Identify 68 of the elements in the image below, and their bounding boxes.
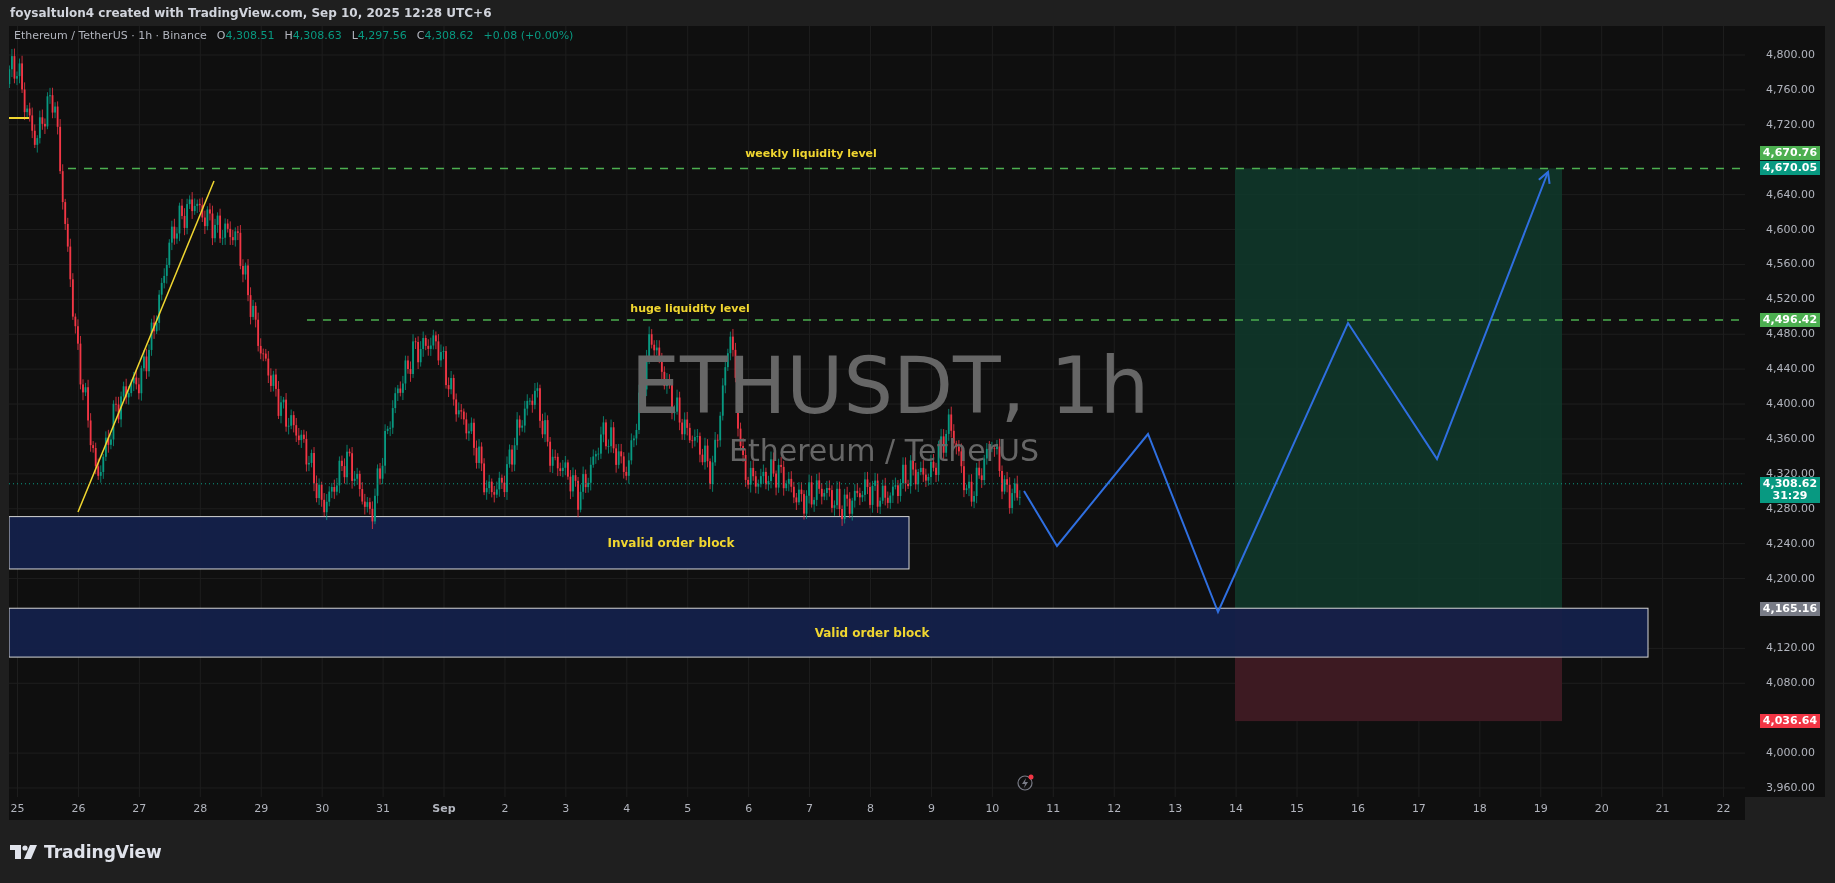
price-tick: 4,520.00 <box>1766 293 1815 306</box>
zone-label: Invalid order block <box>607 535 735 550</box>
ohlc-value: C4,308.62 <box>416 29 474 42</box>
time-label: 18 <box>1472 802 1487 815</box>
price-tick: 4,720.00 <box>1766 118 1815 131</box>
zone-label: Valid order block <box>814 625 930 640</box>
time-label: 27 <box>132 802 147 815</box>
time-label: 20 <box>1594 802 1609 815</box>
time-label: 11 <box>1046 802 1061 815</box>
price-tick: 4,800.00 <box>1766 49 1815 61</box>
time-label: 2 <box>501 802 509 815</box>
time-label: 7 <box>806 802 814 815</box>
ohlc-value: L4,297.56 <box>351 29 407 42</box>
time-label: 14 <box>1229 802 1244 815</box>
time-label: 17 <box>1411 802 1426 815</box>
price-tag: 4,165.16 <box>1760 601 1820 616</box>
ohlc-value: H4,308.63 <box>284 29 342 42</box>
time-label: 31 <box>376 802 391 815</box>
ohlc-value: O4,308.51 <box>216 29 275 42</box>
time-label: 4 <box>623 802 631 815</box>
price-tag: 4,308.62 31:29 <box>1760 476 1820 503</box>
brand-name: TradingView <box>44 841 162 862</box>
time-label: 28 <box>193 802 208 815</box>
time-label: Sep <box>432 802 456 815</box>
time-label: 25 <box>10 802 25 815</box>
price-tick: 4,640.00 <box>1766 188 1815 201</box>
time-label: 21 <box>1655 802 1670 815</box>
price-tick: 3,960.00 <box>1766 781 1815 794</box>
price-tick: 4,080.00 <box>1766 677 1815 690</box>
change-value: +0.08 (+0.00%) <box>483 29 574 42</box>
time-label: 6 <box>745 802 753 815</box>
time-label: 30 <box>315 802 330 815</box>
header-text: foysaltulon4 created with TradingView.com, Sep 10, 2025 12:28 UTC+6 <box>10 6 492 20</box>
price-tick: 4,240.00 <box>1766 537 1815 550</box>
lightning-icon[interactable] <box>1017 774 1034 791</box>
time-label: 3 <box>562 802 570 815</box>
time-label: 9 <box>927 802 935 815</box>
time-label: 16 <box>1350 802 1365 815</box>
level-label: huge liquidity level <box>630 301 750 315</box>
price-tick: 4,360.00 <box>1766 432 1815 445</box>
time-label: 19 <box>1533 802 1548 815</box>
price-tick: 4,000.00 <box>1766 747 1815 760</box>
price-tag: 4,036.64 <box>1760 714 1820 729</box>
time-label: 15 <box>1290 802 1304 815</box>
price-tick: 4,120.00 <box>1766 642 1815 655</box>
price-tick: 4,760.00 <box>1766 83 1815 96</box>
time-label: 12 <box>1107 802 1122 815</box>
price-tick: 4,480.00 <box>1766 328 1815 341</box>
price-tick: 4,600.00 <box>1766 223 1815 236</box>
time-label: 8 <box>867 802 874 815</box>
time-label: 29 <box>254 802 269 815</box>
price-tag: 4,496.42 <box>1760 312 1820 327</box>
time-label: 22 <box>1716 802 1731 815</box>
price-tag: 4,670.76 <box>1760 146 1820 161</box>
logo-icon <box>10 844 38 859</box>
time-label: 5 <box>684 802 692 815</box>
level-label: weekly liquidity level <box>745 147 877 161</box>
time-label: 13 <box>1168 802 1183 815</box>
price-tick: 4,560.00 <box>1766 258 1815 271</box>
price-tick: 4,280.00 <box>1766 502 1815 515</box>
price-tick: 4,400.00 <box>1766 398 1815 411</box>
horizontal-line <box>9 117 30 119</box>
time-label: 10 <box>985 802 1000 815</box>
symbol-text: Ethereum / TetherUS · 1h · Binance <box>14 29 207 42</box>
price-tick: 4,440.00 <box>1766 363 1815 376</box>
price-tag: 4,670.05 <box>1760 161 1820 176</box>
time-label: 26 <box>71 802 86 815</box>
price-tick: 4,200.00 <box>1766 572 1815 585</box>
